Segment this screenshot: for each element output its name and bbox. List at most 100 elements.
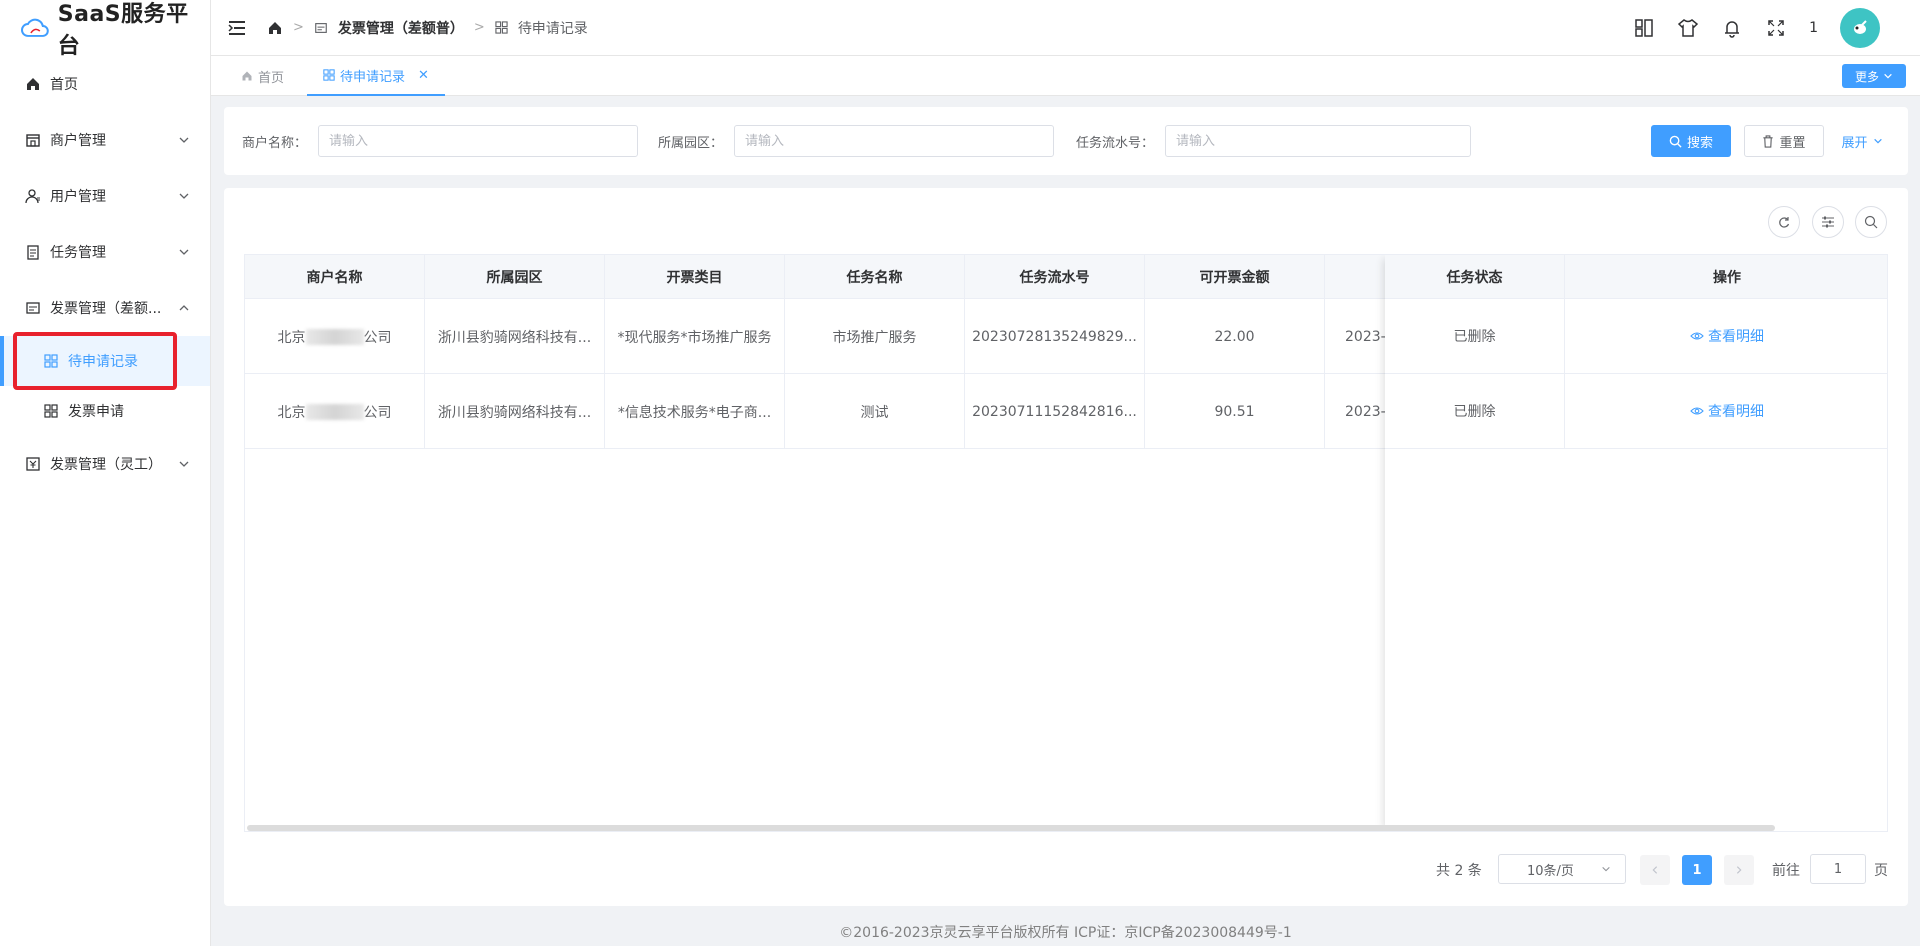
status-cell: 已删除 xyxy=(1385,299,1565,374)
toggle-search-button[interactable] xyxy=(1855,206,1887,238)
page-size-select[interactable]: 10条/页 xyxy=(1498,854,1626,884)
avatar[interactable] xyxy=(1840,8,1880,48)
data-table: 商户名称 所属园区 开票类目 任务名称 任务流水号 可开票金额 创 北京公司 浙… xyxy=(244,254,1888,832)
task-serial-cell: 20230711152842816... xyxy=(965,374,1145,449)
column-header: 操作 xyxy=(1565,255,1887,299)
trash-icon xyxy=(1763,134,1774,148)
merchant-name-suffix: 公司 xyxy=(363,404,392,421)
sidebar-item-label: 用户管理 xyxy=(50,189,106,205)
redacted-blur xyxy=(305,403,364,420)
refresh-button[interactable] xyxy=(1768,206,1800,238)
sidebar-nav: 首页 商户管理 用户管理 任务管理 发票管理（差额... 待申请记录 发票申请 … xyxy=(0,56,210,492)
sidebar-item-invoice-flex[interactable]: 发票管理（灵工） xyxy=(0,436,210,492)
chevron-right-icon xyxy=(1736,866,1742,874)
sidebar-item-home[interactable]: 首页 xyxy=(0,56,210,112)
chevron-down-icon xyxy=(1873,138,1882,144)
bell-icon[interactable] xyxy=(1721,17,1743,39)
theme-shirt-icon[interactable] xyxy=(1677,17,1699,39)
chevron-down-icon xyxy=(179,461,189,467)
tab-label: 待申请记录 xyxy=(340,69,406,85)
breadcrumb-item[interactable]: 发票管理（差额普） xyxy=(338,18,464,38)
breadcrumb-separator-icon: > xyxy=(293,20,304,35)
cloud-logo-icon xyxy=(21,18,49,37)
reset-button[interactable]: 重置 xyxy=(1744,125,1824,157)
sidebar-item-label: 首页 xyxy=(50,77,78,93)
table-card: 商户名称 所属园区 开票类目 任务名称 任务流水号 可开票金额 创 北京公司 浙… xyxy=(224,188,1908,906)
sidebar-item-task[interactable]: 任务管理 xyxy=(0,224,210,280)
page-size-value: 10条/页 xyxy=(1527,863,1574,879)
store-icon xyxy=(24,131,42,149)
chevron-down-icon xyxy=(1602,866,1610,872)
action-cell: 查看明细 xyxy=(1565,374,1887,449)
amount-cell: 22.00 xyxy=(1145,299,1325,374)
invoice-icon xyxy=(24,299,42,317)
search-button[interactable]: 搜索 xyxy=(1651,125,1731,157)
column-header: 商户名称 xyxy=(245,255,425,299)
sidebar-item-label: 发票管理（差额... xyxy=(50,301,162,317)
column-header: 开票类目 xyxy=(605,255,785,299)
sidebar-item-user[interactable]: 用户管理 xyxy=(0,168,210,224)
chevron-down-icon xyxy=(1884,73,1892,79)
merchant-name-label: 商户名称： xyxy=(242,135,308,151)
merchant-name-input[interactable] xyxy=(318,125,638,157)
menu-toggle-icon[interactable] xyxy=(227,19,247,37)
park-input[interactable] xyxy=(734,125,1054,157)
view-details-link[interactable]: 查看明细 xyxy=(1690,401,1764,421)
sidebar-item-label: 发票管理（灵工） xyxy=(50,457,162,473)
park-cell: 浙川县豹骑网络科技有... xyxy=(425,374,605,449)
next-page-button[interactable] xyxy=(1724,855,1754,885)
column-header: 可开票金额 xyxy=(1145,255,1325,299)
view-details-link[interactable]: 查看明细 xyxy=(1690,326,1764,346)
grid-icon xyxy=(44,353,60,369)
search-button-label: 搜索 xyxy=(1686,135,1713,151)
sidebar-item-label: 任务管理 xyxy=(50,245,106,261)
expand-label: 展开 xyxy=(1841,135,1868,151)
sidebar-subitem-label: 待申请记录 xyxy=(68,354,138,370)
page-number-current[interactable]: 1 xyxy=(1682,855,1712,885)
user-icon xyxy=(24,187,42,205)
column-header: 任务流水号 xyxy=(965,255,1145,299)
grid-icon xyxy=(495,21,508,34)
more-tabs-button[interactable]: 更多 xyxy=(1842,64,1906,88)
close-icon[interactable]: ✕ xyxy=(418,68,429,83)
sidebar-subitem-pending-records[interactable]: 待申请记录 xyxy=(0,336,210,386)
brand-logo[interactable]: SaaS服务平台 xyxy=(0,0,210,59)
category-cell: *现代服务*市场推广服务 xyxy=(605,299,785,374)
sidebar-subitem-invoice-apply[interactable]: 发票申请 xyxy=(0,386,210,436)
reset-button-label: 重置 xyxy=(1779,135,1806,151)
merchant-name-prefix: 北京 xyxy=(277,404,306,421)
fullscreen-icon[interactable] xyxy=(1765,17,1787,39)
task-serial-input[interactable] xyxy=(1165,125,1471,157)
avatar-bird-icon xyxy=(1854,20,1867,34)
horizontal-scrollbar[interactable] xyxy=(247,825,1775,831)
breadcrumb-item-current: 待申请记录 xyxy=(517,20,588,37)
column-settings-button[interactable] xyxy=(1812,206,1844,238)
view-details-label: 查看明细 xyxy=(1708,404,1764,420)
goto-page-input[interactable]: 1 xyxy=(1810,854,1866,884)
goto-suffix: 页 xyxy=(1874,863,1888,879)
sidebar: SaaS服务平台 首页 商户管理 用户管理 任务管理 发票管理（差额... 待申… xyxy=(0,0,211,946)
yen-invoice-icon xyxy=(24,455,42,473)
prev-page-button[interactable] xyxy=(1640,855,1670,885)
more-label: 更多 xyxy=(1854,69,1879,84)
tab-home[interactable]: 首页 xyxy=(241,56,284,96)
breadcrumb-separator-icon: > xyxy=(473,20,485,35)
home-icon xyxy=(242,71,252,81)
tab-pending-records[interactable]: 待申请记录 ✕ xyxy=(307,56,445,96)
sidebar-item-merchant[interactable]: 商户管理 xyxy=(0,112,210,168)
sidebar-subitem-label: 发票申请 xyxy=(68,404,124,420)
sliders-icon xyxy=(1822,216,1834,228)
home-icon[interactable] xyxy=(267,20,283,36)
task-name-cell: 市场推广服务 xyxy=(785,299,965,374)
chevron-left-icon xyxy=(1652,866,1658,874)
search-icon xyxy=(1669,135,1682,148)
expand-toggle[interactable]: 展开 xyxy=(1836,125,1888,157)
view-details-label: 查看明细 xyxy=(1708,329,1764,345)
refresh-icon xyxy=(1779,217,1790,228)
layout-icon[interactable] xyxy=(1633,17,1655,39)
home-icon xyxy=(24,75,42,93)
merchant-name-suffix: 公司 xyxy=(363,329,392,346)
column-header: 任务名称 xyxy=(785,255,965,299)
action-cell: 查看明细 xyxy=(1565,299,1887,374)
sidebar-item-invoice-diff[interactable]: 发票管理（差额... xyxy=(0,280,210,336)
